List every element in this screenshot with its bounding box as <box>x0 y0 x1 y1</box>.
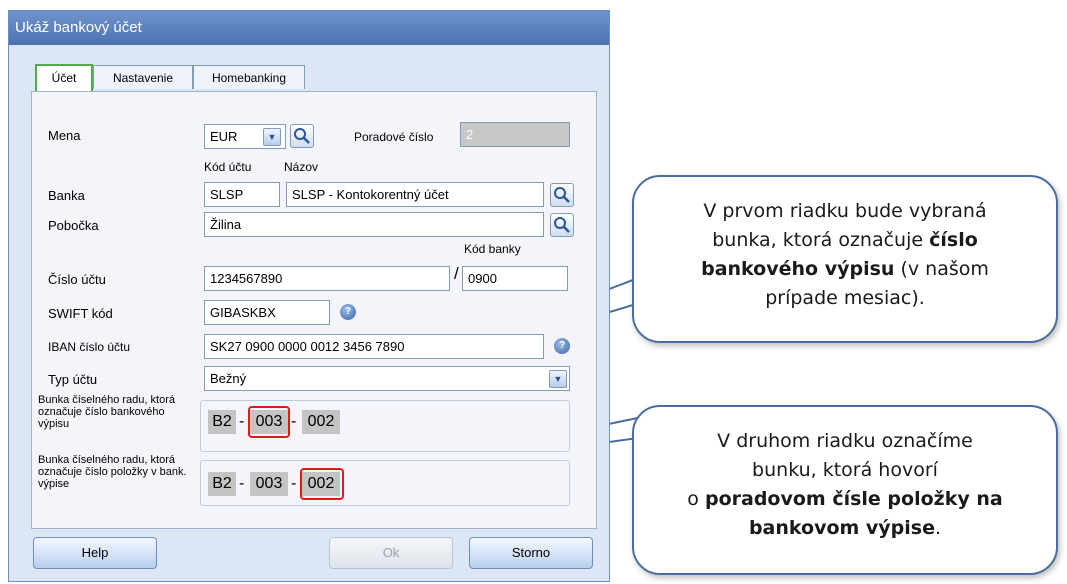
swift-label: SWIFT kód <box>48 306 113 321</box>
mena-label: Mena <box>48 128 81 143</box>
row2-cell-1[interactable]: B2 <box>208 472 236 496</box>
dropdown-arrow-icon[interactable]: ▼ <box>263 128 281 146</box>
help-button[interactable]: Help <box>33 537 157 569</box>
row2-cell-2[interactable]: 003 <box>250 472 288 496</box>
row2-label: Bunka číselného radu, ktorá označuje čís… <box>38 454 187 490</box>
typ-uctu-value: Bežný <box>210 371 247 386</box>
row2-dash-1: - <box>239 475 245 492</box>
pobocka-field[interactable]: Žilina <box>204 212 544 237</box>
iban-label: IBAN číslo účtu <box>48 340 131 354</box>
iban-field[interactable]: SK27 0900 0000 0012 3456 7890 <box>204 334 544 359</box>
banka-code-field[interactable]: SLSP <box>204 182 280 207</box>
pobocka-lookup-icon[interactable] <box>550 213 574 237</box>
row1-label: Bunka číselného radu, ktorá označuje čís… <box>38 394 175 430</box>
cislo-uctu-field[interactable]: 1234567890 <box>204 266 450 291</box>
callout-first-row-text: V prvom riadku bude vybraná bunka, ktorá… <box>632 197 1058 313</box>
row1-dash-2: - <box>291 413 297 430</box>
callout1-line4: prípade mesiac). <box>765 287 925 309</box>
row2-dash-2: - <box>291 475 297 492</box>
row1-cell-1[interactable]: B2 <box>208 410 236 434</box>
banka-name-field[interactable]: SLSP - Kontokorentný účet <box>286 182 544 207</box>
kod-uctu-header: Kód účtu <box>204 160 252 174</box>
callout2-line3: o poradovom čísle položky na <box>687 488 1003 510</box>
callout1-line3: bankového výpisu (v našom <box>701 258 989 280</box>
kod-banky-field[interactable]: 0900 <box>462 266 568 291</box>
info-icon[interactable]: ? <box>340 304 356 320</box>
cislo-uctu-label: Číslo účtu <box>48 272 106 287</box>
poradove-cislo-field: 2 <box>460 122 570 147</box>
pobocka-label: Pobočka <box>48 218 99 233</box>
mena-select[interactable]: EUR ▼ <box>204 124 286 149</box>
mena-value: EUR <box>210 129 238 144</box>
lookup-magnifier-icon[interactable] <box>290 124 314 148</box>
bank-account-dialog: Ukáž bankový účet Účet Nastavenie Homeba… <box>8 10 610 582</box>
callout2-line1: V druhom riadku označíme <box>717 430 973 452</box>
callout1-line2: bunka, ktorá označuje číslo <box>712 229 978 251</box>
banka-label: Banka <box>48 188 85 203</box>
banka-lookup-icon[interactable] <box>550 183 574 207</box>
tab-homebanking[interactable]: Homebanking <box>193 65 305 89</box>
typ-uctu-label: Typ účtu <box>48 372 98 387</box>
row2-highlight <box>300 468 344 500</box>
tab-nastavenie[interactable]: Nastavenie <box>93 65 193 89</box>
typ-dropdown-arrow-icon[interactable]: ▼ <box>549 370 567 388</box>
kod-banky-header: Kód banky <box>464 242 521 256</box>
nazov-header: Názov <box>284 160 319 174</box>
slash-separator: / <box>454 264 459 283</box>
tab-ucet[interactable]: Účet <box>35 64 93 91</box>
callout2-line2: bunku, ktorá hovorí <box>752 459 938 481</box>
row1-highlight <box>248 406 290 438</box>
storno-button[interactable]: Storno <box>469 537 593 569</box>
row1-cell-3[interactable]: 002 <box>302 410 340 434</box>
swift-field[interactable]: GIBASKBX <box>204 300 330 325</box>
title-bar[interactable]: Ukáž bankový účet <box>9 11 609 45</box>
window-title: Ukáž bankový účet <box>15 19 142 36</box>
ok-button[interactable]: Ok <box>329 537 453 569</box>
callout2-line4: bankovom výpise. <box>748 517 942 539</box>
callout1-line1: V prvom riadku bude vybraná <box>703 200 987 222</box>
row1-dash-1: - <box>239 413 245 430</box>
iban-info-icon[interactable]: ? <box>554 338 570 354</box>
poradove-cislo-label: Poradové číslo <box>354 130 434 144</box>
account-tab-panel: Mena EUR ▼ Poradové číslo 2 Kód účtu Náz… <box>31 91 597 529</box>
callout-second-row-text: V druhom riadku označíme bunku, ktorá ho… <box>632 427 1058 543</box>
typ-uctu-select[interactable]: Bežný ▼ <box>204 366 570 391</box>
